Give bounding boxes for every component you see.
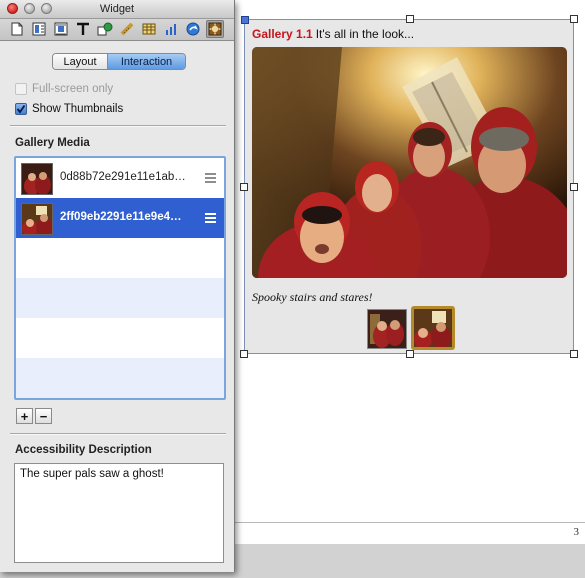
inspector-titlebar[interactable]: Widget: [0, 0, 234, 19]
gallery-media-heading: Gallery Media: [15, 137, 90, 149]
window-title: Widget: [99, 3, 135, 15]
drag-handle-icon[interactable]: [205, 213, 216, 225]
gallery-thumbnail-selected[interactable]: [411, 306, 455, 350]
gallery-media-list[interactable]: 0d88b72e291e11e1ab… 2ff09eb2291e11e9e4…: [14, 156, 226, 400]
empty-list-row: [16, 278, 224, 318]
checkmark-icon: [16, 104, 26, 114]
selection-handle[interactable]: [240, 350, 248, 358]
gallery-subtitle[interactable]: It's all in the look...: [316, 27, 414, 41]
fullscreen-option[interactable]: Full-screen only: [15, 83, 113, 95]
media-filename: 0d88b72e291e11e1ab…: [60, 171, 186, 183]
media-list-item[interactable]: 0d88b72e291e11e1ab…: [16, 158, 224, 198]
wrap-icon[interactable]: [52, 20, 70, 38]
layout-icon[interactable]: [30, 20, 48, 38]
link-icon[interactable]: [184, 20, 202, 38]
empty-list-row: [16, 318, 224, 358]
media-thumbnail: [21, 163, 53, 195]
selection-handle[interactable]: [570, 15, 578, 23]
selection-handle[interactable]: [570, 183, 578, 191]
thumbnails-label: Show Thumbnails: [32, 103, 124, 115]
empty-list-row: [16, 238, 224, 278]
gallery-caption[interactable]: Spooky stairs and stares!: [252, 290, 373, 305]
metrics-icon[interactable]: [118, 20, 136, 38]
gallery-title[interactable]: Gallery 1.1: [252, 27, 313, 41]
tab-layout[interactable]: Layout: [53, 54, 108, 69]
fullscreen-label: Full-screen only: [32, 83, 114, 95]
selection-handle[interactable]: [406, 15, 414, 23]
media-filename: 2ff09eb2291e11e9e4…: [60, 211, 182, 223]
inspector-tab-control: Layout Interaction: [52, 53, 186, 70]
graphic-icon[interactable]: [96, 20, 114, 38]
page-number: 3: [573, 526, 580, 538]
gallery-header: Gallery 1.1 It's all in the look...: [252, 27, 414, 41]
accessibility-heading: Accessibility Description: [15, 444, 152, 456]
selection-handle[interactable]: [240, 183, 248, 191]
chart-icon[interactable]: [162, 20, 180, 38]
inspector-toolbar: [0, 19, 234, 41]
gallery-main-image[interactable]: [252, 47, 567, 278]
fullscreen-checkbox[interactable]: [15, 83, 27, 95]
media-thumbnail: [21, 203, 53, 235]
document-icon[interactable]: [8, 20, 26, 38]
selection-handle[interactable]: [241, 16, 249, 24]
media-list-item-selected[interactable]: 2ff09eb2291e11e9e4…: [16, 198, 224, 238]
table-icon[interactable]: [140, 20, 158, 38]
drag-handle-icon[interactable]: [205, 173, 216, 185]
selection-handle[interactable]: [406, 350, 414, 358]
remove-media-button[interactable]: −: [35, 408, 52, 424]
thumbnails-checkbox[interactable]: [15, 103, 27, 115]
empty-list-row: [16, 358, 224, 398]
thumbnails-option[interactable]: Show Thumbnails: [15, 103, 123, 115]
widget-icon[interactable]: [206, 20, 224, 38]
add-media-button[interactable]: +: [16, 408, 33, 424]
tab-interaction[interactable]: Interaction: [108, 54, 185, 69]
gallery-thumbnail[interactable]: [367, 309, 407, 349]
divider: [10, 433, 226, 435]
divider: [10, 125, 226, 127]
selection-handle[interactable]: [570, 350, 578, 358]
gallery-widget[interactable]: Gallery 1.1 It's all in the look... Spoo…: [244, 19, 574, 354]
widget-inspector-panel: Widget Layout Interaction Full-screen on…: [0, 0, 235, 572]
accessibility-description-field[interactable]: The super pals saw a ghost!: [14, 463, 224, 563]
text-icon[interactable]: [74, 20, 92, 38]
